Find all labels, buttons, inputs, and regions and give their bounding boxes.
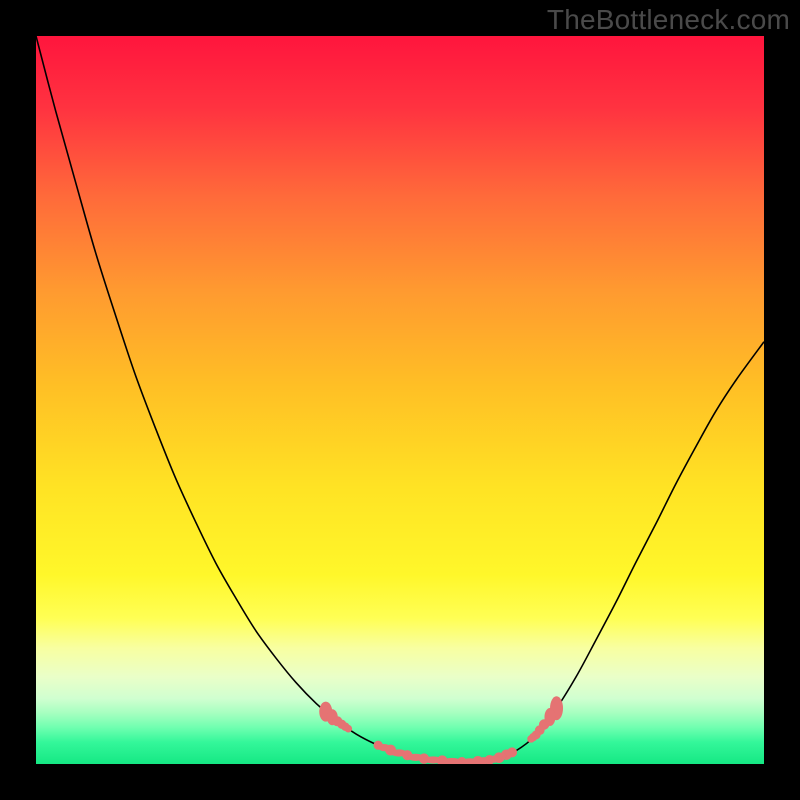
- curve-markers: [36, 36, 764, 764]
- watermark-text: TheBottleneck.com: [547, 4, 790, 36]
- chart-frame: TheBottleneck.com: [0, 0, 800, 800]
- plot-area: [36, 36, 764, 764]
